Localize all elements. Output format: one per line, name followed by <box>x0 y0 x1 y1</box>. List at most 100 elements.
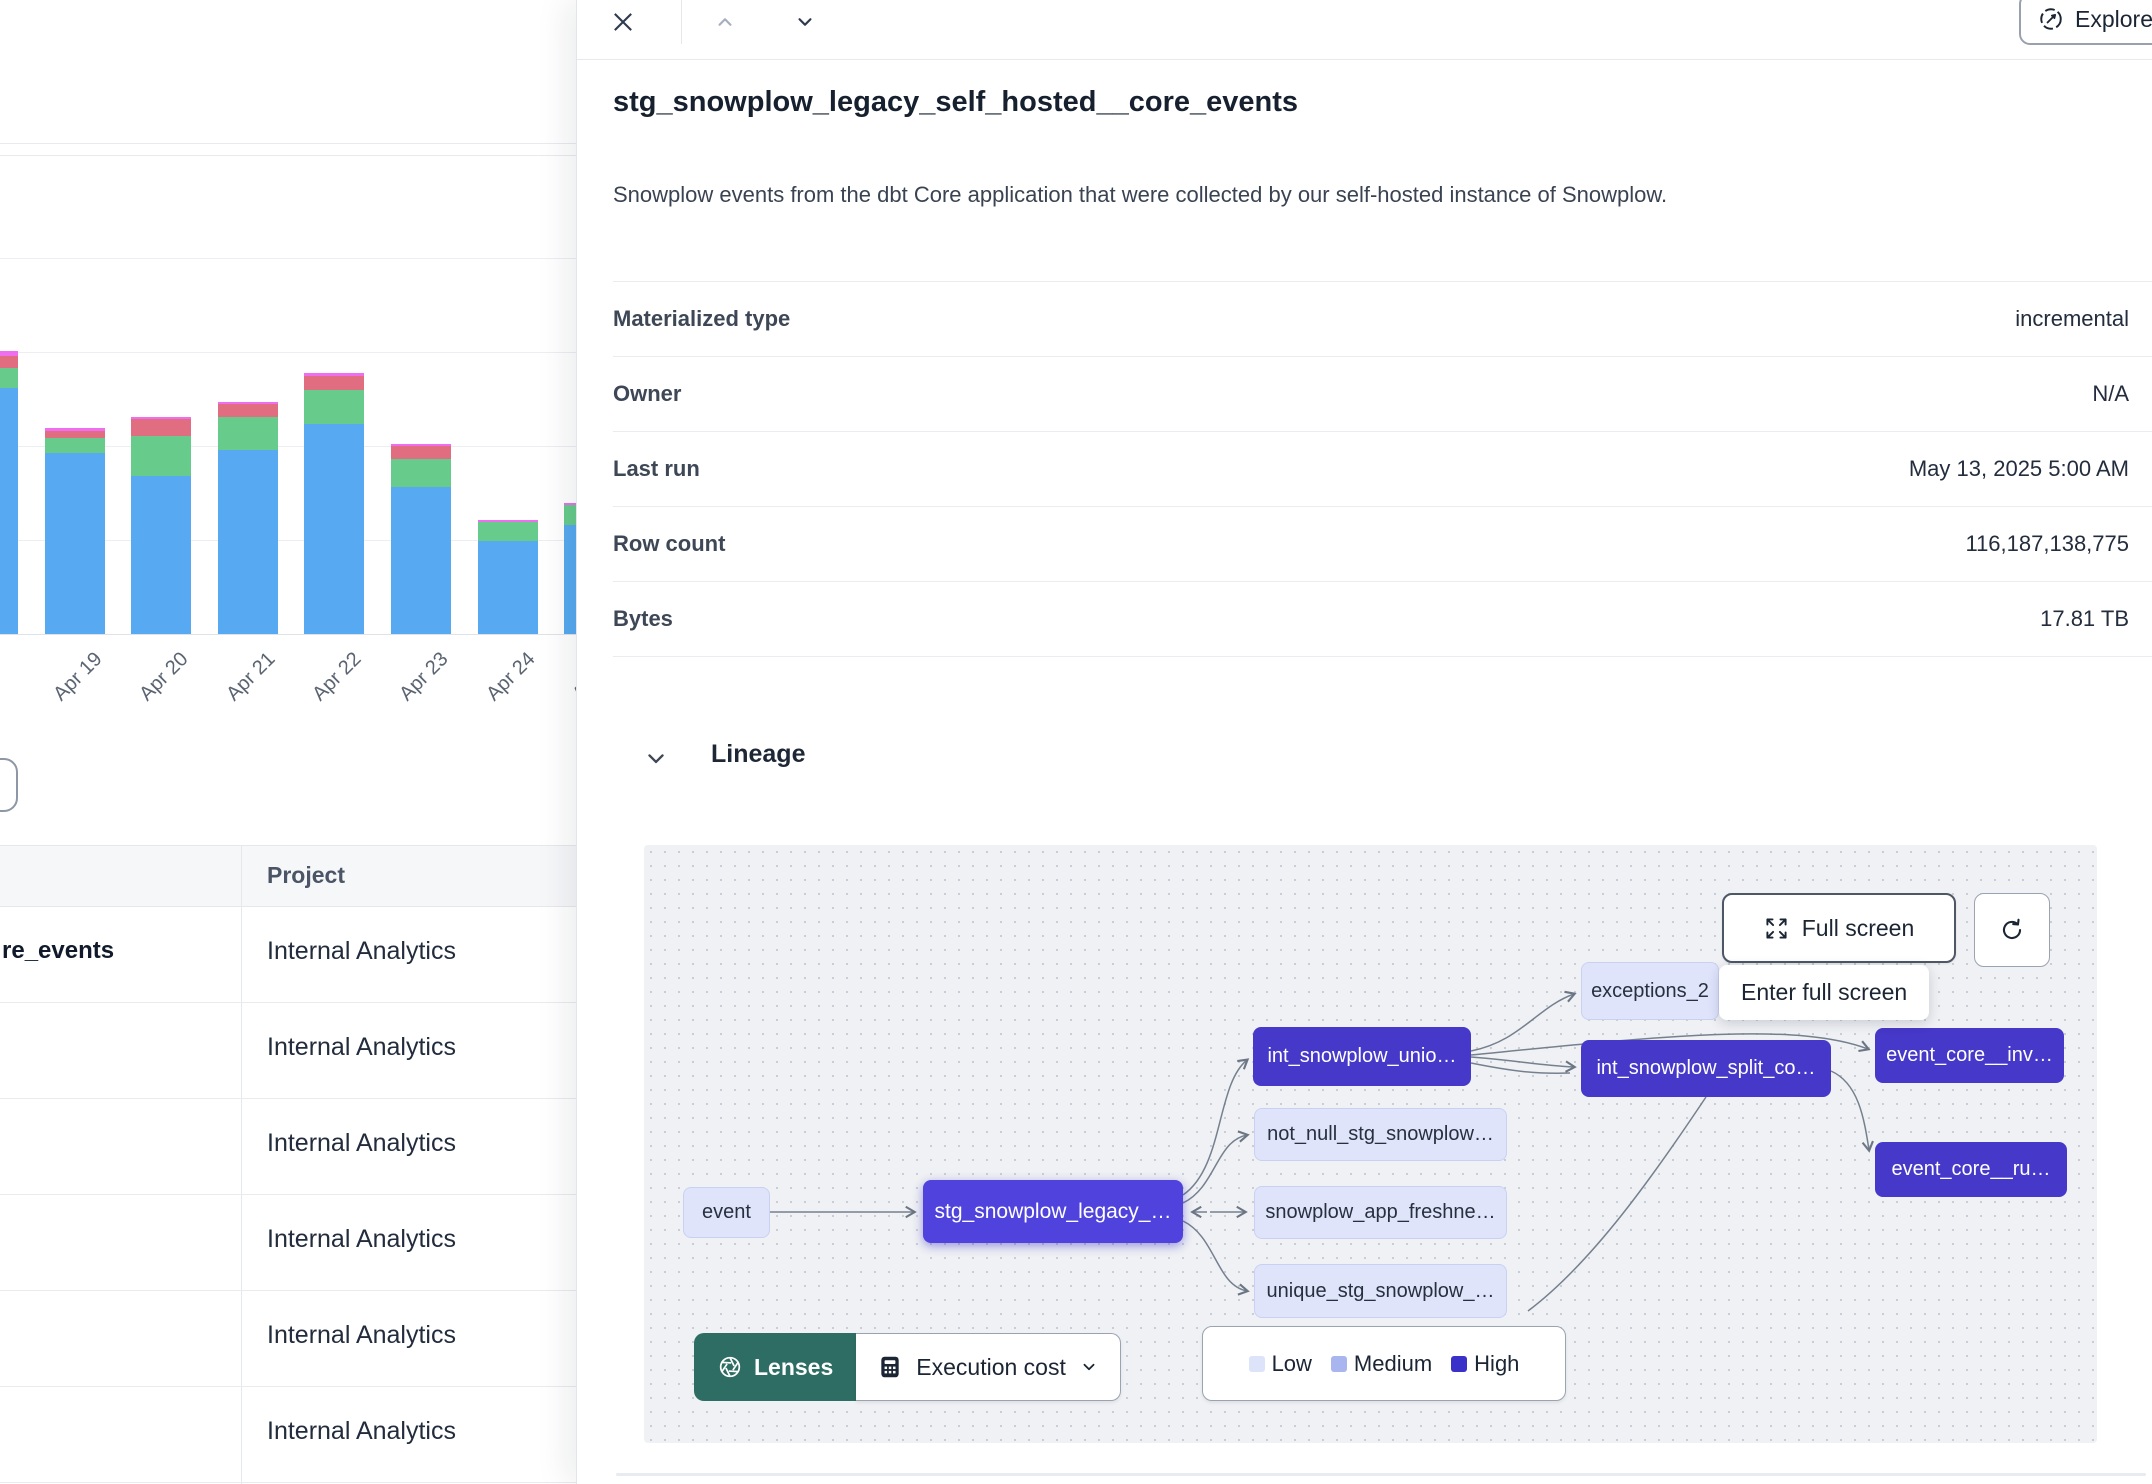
bar-segment-red <box>131 419 191 436</box>
lineage-edge <box>1471 1063 1570 1073</box>
legend-swatch <box>1249 1356 1265 1372</box>
lineage-section-toggle[interactable]: Lineage <box>577 738 977 782</box>
bar-segment-green <box>0 368 18 388</box>
bar-Apr 24 <box>478 520 538 634</box>
lineage-edge <box>1471 994 1574 1051</box>
legend-item-medium: Medium <box>1331 1351 1432 1377</box>
table-row[interactable]: re_events Internal Analytics <box>0 907 577 1003</box>
details-panel: Explore stg_snowplow_legacy_self_hosted_… <box>576 0 2152 1484</box>
section-divider <box>616 1473 2146 1476</box>
next-item-button[interactable] <box>783 0 827 44</box>
legend-item-high: High <box>1451 1351 1519 1377</box>
legend-swatch <box>1451 1356 1467 1372</box>
bar-segment-green <box>218 417 278 450</box>
lineage-edge <box>1183 1221 1247 1291</box>
metadata-row: Bytes 17.81 TB <box>613 582 2152 657</box>
execution-cost-dropdown[interactable]: Execution cost <box>856 1333 1121 1401</box>
metadata-value: N/A <box>2092 381 2129 407</box>
cell-project: Internal Analytics <box>267 1225 456 1254</box>
clipped-pill-button[interactable] <box>0 758 18 812</box>
lineage-edge <box>1831 1071 1869 1150</box>
execution-cost-label: Execution cost <box>916 1354 1066 1381</box>
metadata-label: Owner <box>613 381 681 407</box>
bar-segment-blue <box>304 424 364 634</box>
lineage-node-int-snowplow-split-co[interactable]: int_snowplow_split_co… <box>1581 1040 1831 1097</box>
metadata-row: Owner N/A <box>613 357 2152 432</box>
metadata-value: incremental <box>2015 306 2129 332</box>
calculator-icon <box>877 1354 903 1380</box>
lineage-node-stg-snowplow-legacy[interactable]: stg_snowplow_legacy_… <box>923 1180 1183 1243</box>
lineage-node-snowplow-app-freshne[interactable]: snowplow_app_freshne… <box>1254 1186 1507 1239</box>
lineage-controls: Lenses Execution cost <box>694 1333 1121 1401</box>
bar-segment-red <box>45 431 105 438</box>
x-axis-label: Apr 23 <box>395 648 453 706</box>
expand-icon <box>1764 916 1789 941</box>
table-row[interactable]: Internal Analytics <box>0 1291 577 1387</box>
metadata-row: Row count 116,187,138,775 <box>613 507 2152 582</box>
cell-project: Internal Analytics <box>267 1129 456 1158</box>
bar-segment-green <box>304 390 364 424</box>
bar-segment-green <box>45 438 105 453</box>
cell-project: Internal Analytics <box>267 1033 456 1062</box>
chart-x-axis-labels: Apr 19Apr 20Apr 21Apr 22Apr 23Apr 24Apr … <box>0 634 577 744</box>
bar-segment-red <box>391 446 451 459</box>
cell-project: Internal Analytics <box>267 1321 456 1350</box>
table-row[interactable]: Internal Analytics <box>0 1195 577 1291</box>
lineage-canvas[interactable]: event stg_snowplow_legacy_… int_snowplow_u… <box>644 845 2097 1443</box>
lineage-node-int-snowplow-unio[interactable]: int_snowplow_unio… <box>1253 1027 1471 1086</box>
explore-label: Explore <box>2075 6 2152 33</box>
metadata-label: Materialized type <box>613 306 790 332</box>
chevron-down-icon <box>793 10 817 34</box>
lineage-node-event[interactable]: event <box>683 1187 770 1238</box>
lineage-node-unique-stg-snowplow[interactable]: unique_stg_snowplow_… <box>1254 1264 1507 1318</box>
lineage-node-exceptions-2[interactable]: exceptions_2 <box>1581 962 1719 1020</box>
column-header-project: Project <box>267 862 345 889</box>
refresh-icon <box>1998 916 2026 944</box>
topbar-divider <box>681 0 682 44</box>
bar-Apr 21 <box>218 402 278 634</box>
aperture-icon <box>717 1354 743 1380</box>
page-title: stg_snowplow_legacy_self_hosted__core_ev… <box>613 86 1298 119</box>
bar-segment-blue <box>0 388 18 634</box>
x-axis-label: Apr 19 <box>49 648 107 706</box>
explore-button[interactable]: Explore <box>2019 0 2152 45</box>
previous-item-button[interactable] <box>703 0 747 44</box>
fullscreen-button[interactable]: Full screen <box>1722 893 1956 963</box>
close-button[interactable] <box>601 0 645 44</box>
table-row[interactable]: Internal Analytics <box>0 1003 577 1099</box>
chevron-up-icon <box>713 10 737 34</box>
table-row[interactable]: Internal Analytics <box>0 1387 577 1483</box>
table-header: Project <box>0 845 577 907</box>
bar-clipped <box>0 351 18 634</box>
legend-label: Low <box>1272 1351 1312 1377</box>
cell-model-name: re_events <box>2 937 114 965</box>
panel-topbar: Explore <box>577 0 2152 60</box>
bar-segment-blue <box>391 487 451 634</box>
bar-segment-red <box>218 404 278 417</box>
chevron-down-icon <box>1079 1357 1099 1377</box>
bar-segment-green <box>478 522 538 541</box>
metadata-label: Bytes <box>613 606 673 632</box>
lenses-button[interactable]: Lenses <box>694 1333 856 1401</box>
cost-legend: Low Medium High <box>1202 1326 1566 1401</box>
metadata-label: Row count <box>613 531 725 557</box>
x-axis-label: Apr 20 <box>136 648 194 706</box>
refresh-button[interactable] <box>1974 893 2050 967</box>
lineage-node-event-core-inv[interactable]: event_core__inv… <box>1875 1028 2064 1083</box>
cell-project: Internal Analytics <box>267 1417 456 1446</box>
table-row[interactable]: Internal Analytics <box>0 1099 577 1195</box>
lenses-label: Lenses <box>754 1354 833 1381</box>
metadata-row: Last runMay 13, 2025 5:00 AM <box>613 432 2152 507</box>
lineage-node-not-null-stg-snowplow[interactable]: not_null_stg_snowplow… <box>1254 1108 1507 1161</box>
x-axis-label: Apr 24 <box>482 648 540 706</box>
legend-label: High <box>1474 1351 1519 1377</box>
lineage-heading: Lineage <box>711 740 805 769</box>
bar-segment-blue <box>131 476 191 634</box>
metadata-value: 17.81 TB <box>2040 606 2129 632</box>
bar-Apr 19 <box>45 428 105 634</box>
cell-project: Internal Analytics <box>267 937 456 966</box>
metadata-label: Last run <box>613 456 700 482</box>
metadata-value: 116,187,138,775 <box>1965 531 2129 557</box>
legend-swatch <box>1331 1356 1347 1372</box>
lineage-node-event-core-ru[interactable]: event_core__ru… <box>1875 1142 2067 1197</box>
